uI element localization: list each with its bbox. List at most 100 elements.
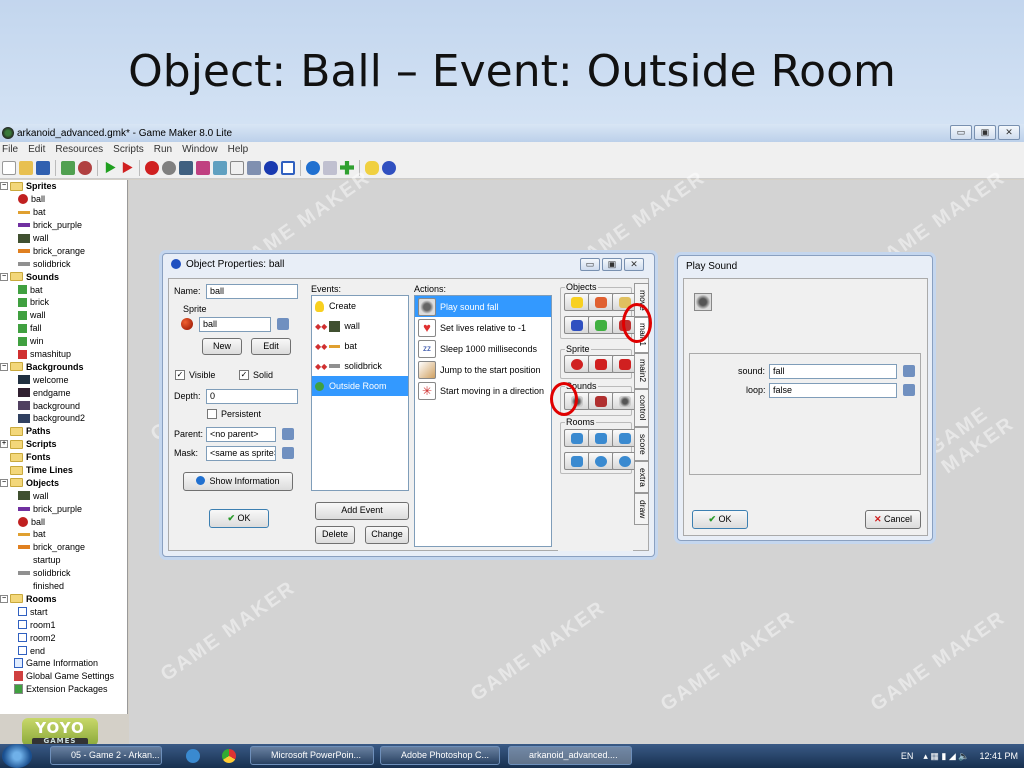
task-game-maker[interactable]: arkanoid_advanced.... xyxy=(508,746,632,765)
tab-control[interactable]: control xyxy=(634,389,649,427)
sprite-field[interactable]: ball xyxy=(199,317,271,332)
new-sprite-button[interactable]: New xyxy=(202,338,242,355)
tree-item[interactable]: win xyxy=(0,335,127,348)
add-room-icon[interactable] xyxy=(281,160,295,175)
tab-extra[interactable]: extra xyxy=(634,461,649,493)
hand-icon[interactable] xyxy=(365,160,379,175)
event-collision-wall[interactable]: ◆◆ wall xyxy=(312,316,408,336)
transform-sprite-icon[interactable] xyxy=(588,355,614,373)
tree-folder-sounds[interactable]: − Sounds xyxy=(0,270,127,283)
tree-item[interactable]: wall xyxy=(0,232,127,245)
task-powerpoint-file[interactable]: 05 - Game 2 - Arkan... xyxy=(50,746,162,765)
mask-field[interactable]: <same as sprite> xyxy=(206,446,276,461)
stop-sound-icon[interactable] xyxy=(588,392,614,410)
action-sleep[interactable]: zz Sleep 1000 milliseconds xyxy=(415,338,551,359)
parent-menu-icon[interactable] xyxy=(282,428,294,440)
tree-global-settings[interactable]: Global Game Settings xyxy=(0,670,127,683)
menu-file[interactable]: File xyxy=(2,144,18,155)
sound-menu-icon[interactable] xyxy=(903,365,915,377)
show-information-button[interactable]: Show Information xyxy=(183,472,293,491)
change-sprite-icon[interactable] xyxy=(564,355,590,373)
game-settings-icon[interactable] xyxy=(323,160,337,175)
add-object-icon[interactable] xyxy=(264,160,278,175)
tree-item[interactable]: bat xyxy=(0,528,127,541)
tree-item[interactable]: room2 xyxy=(0,631,127,644)
tree-item[interactable]: ball xyxy=(0,193,127,206)
chrome-icon[interactable] xyxy=(222,749,236,763)
different-room-icon[interactable] xyxy=(564,452,590,470)
run-icon[interactable] xyxy=(105,161,116,174)
add-event-button[interactable]: Add Event xyxy=(315,502,409,520)
sprite-menu-icon[interactable] xyxy=(277,318,289,330)
tree-folder-sprites[interactable]: − Sprites xyxy=(0,180,127,193)
dialog-minimize-button[interactable]: ▭ xyxy=(580,258,600,271)
action-start-moving[interactable]: ✳ Start moving in a direction xyxy=(415,380,551,401)
action-jump-start[interactable]: Jump to the start position xyxy=(415,359,551,380)
action-set-lives[interactable]: ♥ Set lives relative to -1 xyxy=(415,317,551,338)
help-icon[interactable] xyxy=(382,160,396,175)
add-script-icon[interactable] xyxy=(213,160,227,175)
loop-menu-icon[interactable] xyxy=(903,384,915,396)
change-event-button[interactable]: Change xyxy=(365,526,409,544)
language-indicator[interactable]: EN xyxy=(901,751,914,761)
tree-item[interactable]: startup xyxy=(0,554,127,567)
menu-run[interactable]: Run xyxy=(154,144,172,155)
create-instance-icon[interactable] xyxy=(564,293,590,311)
tree-item[interactable]: room1 xyxy=(0,618,127,631)
edit-sprite-button[interactable]: Edit xyxy=(251,338,291,355)
start-button[interactable] xyxy=(2,744,32,768)
add-font-icon[interactable] xyxy=(230,160,244,175)
sound-field[interactable]: fall xyxy=(769,364,897,379)
save-icon[interactable] xyxy=(36,160,50,175)
tree-folder-backgrounds[interactable]: − Backgrounds xyxy=(0,360,127,373)
tree-item[interactable]: fall xyxy=(0,322,127,335)
event-collision-solidbrick[interactable]: ◆◆ solidbrick xyxy=(312,356,408,376)
task-powerpoint[interactable]: Microsoft PowerPoin... xyxy=(250,746,374,765)
tree-item[interactable]: solidbrick xyxy=(0,567,127,580)
tree-item[interactable]: wall xyxy=(0,489,127,502)
tree-item[interactable]: wall xyxy=(0,309,127,322)
close-button[interactable]: ✕ xyxy=(998,125,1020,140)
debug-icon[interactable] xyxy=(122,161,133,174)
tree-item[interactable]: start xyxy=(0,605,127,618)
sound-cancel-button[interactable]: ✕ Cancel xyxy=(865,510,921,529)
tree-item[interactable]: brick_orange xyxy=(0,541,127,554)
tree-folder-timelines[interactable]: Time Lines xyxy=(0,464,127,477)
tree-item[interactable]: brick_purple xyxy=(0,219,127,232)
tree-extension-packages[interactable]: Extension Packages xyxy=(0,683,127,696)
action-play-sound[interactable]: Play sound fall xyxy=(415,296,551,317)
tree-item[interactable]: background2 xyxy=(0,412,127,425)
tree-item[interactable]: brick_orange xyxy=(0,244,127,257)
dialog-maximize-button[interactable]: ▣ xyxy=(602,258,622,271)
sound-ok-button[interactable]: ✔ OK xyxy=(692,510,748,529)
tree-folder-paths[interactable]: Paths xyxy=(0,425,127,438)
menu-window[interactable]: Window xyxy=(182,144,218,155)
tree-item[interactable]: brick xyxy=(0,296,127,309)
event-create[interactable]: Create xyxy=(312,296,408,316)
add-path-icon[interactable] xyxy=(196,160,210,175)
add-sound-icon[interactable] xyxy=(162,160,176,175)
tree-folder-rooms[interactable]: − Rooms xyxy=(0,593,127,606)
ok-button[interactable]: ✔ OK xyxy=(209,509,269,528)
menu-scripts[interactable]: Scripts xyxy=(113,144,144,155)
tree-item[interactable]: bat xyxy=(0,206,127,219)
tree-item[interactable]: welcome xyxy=(0,373,127,386)
create-executable-icon[interactable] xyxy=(61,160,75,175)
create-moving-icon[interactable] xyxy=(588,293,614,311)
name-field[interactable]: ball xyxy=(206,284,298,299)
open-folder-icon[interactable] xyxy=(19,160,33,175)
minimize-button[interactable]: ▭ xyxy=(950,125,972,140)
persistent-checkbox[interactable] xyxy=(207,409,217,419)
tree-folder-fonts[interactable]: Fonts xyxy=(0,451,127,464)
clock[interactable]: 12:41 PM xyxy=(979,751,1018,761)
add-background-icon[interactable] xyxy=(179,160,193,175)
add-sprite-icon[interactable] xyxy=(145,160,159,175)
event-outside-room[interactable]: Outside Room xyxy=(312,376,408,396)
destroy-instance-icon[interactable] xyxy=(588,316,614,334)
solid-checkbox[interactable]: ✓ xyxy=(239,370,249,380)
tree-item[interactable]: bat xyxy=(0,283,127,296)
ie-icon[interactable] xyxy=(186,749,200,763)
menu-help[interactable]: Help xyxy=(228,144,249,155)
delete-event-button[interactable]: Delete xyxy=(315,526,355,544)
change-instance-icon[interactable] xyxy=(564,316,590,334)
